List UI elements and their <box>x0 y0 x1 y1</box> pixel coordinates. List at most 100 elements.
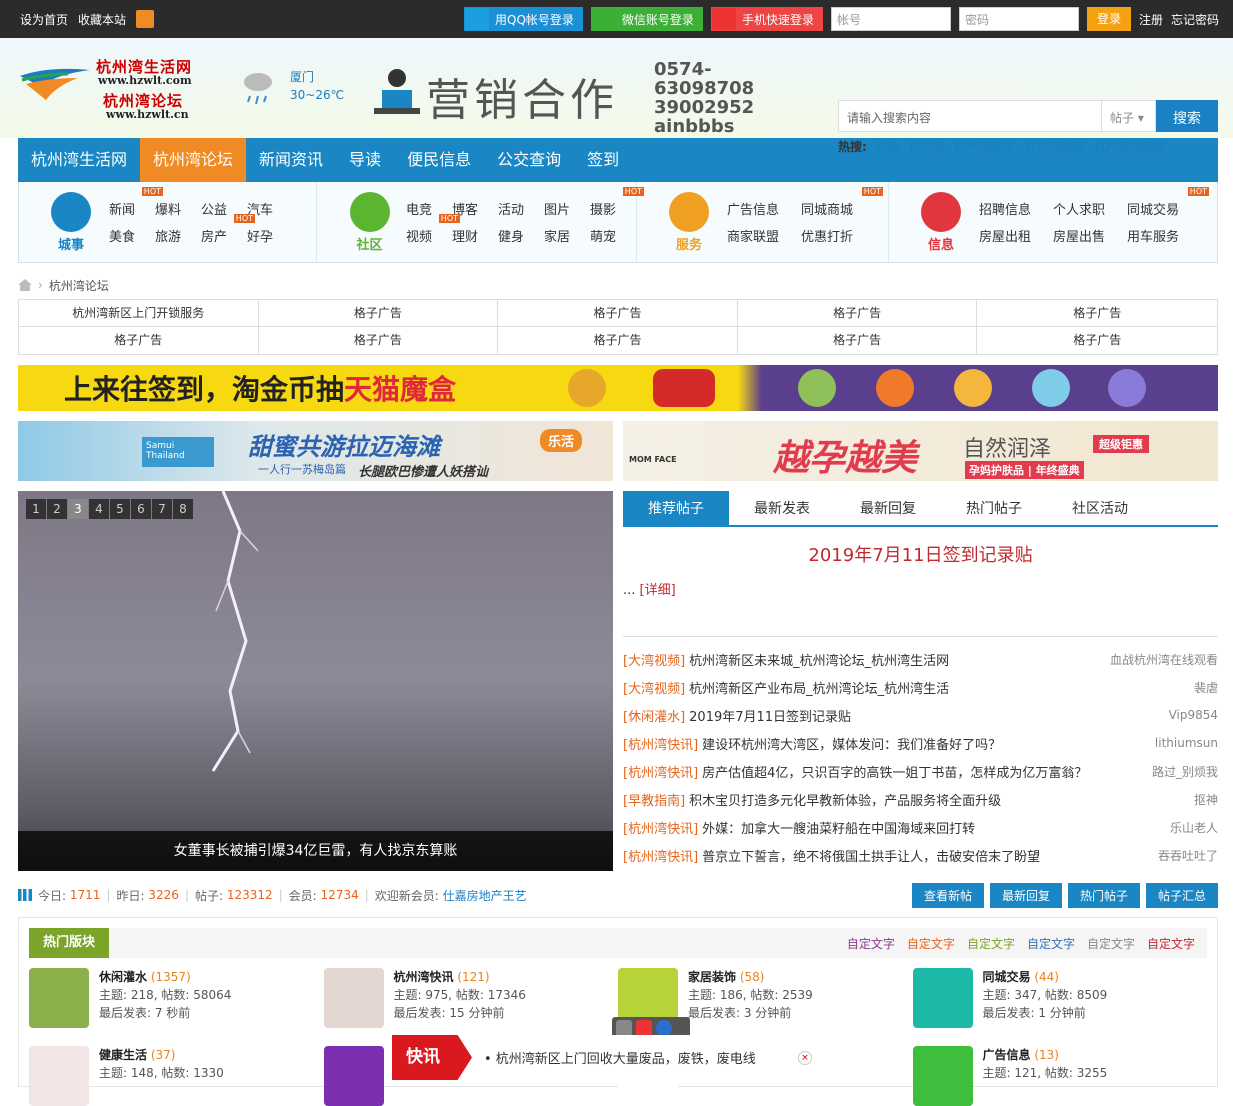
subnav-link[interactable]: 美食 <box>109 226 155 245</box>
subnav-link[interactable]: 广告信息 <box>727 199 801 218</box>
forgot-password-link[interactable]: 忘记密码 <box>1171 11 1219 28</box>
search-input[interactable]: 请输入搜索内容 <box>838 100 1102 132</box>
close-icon[interactable]: × <box>798 1050 812 1065</box>
thread-row[interactable]: [大湾视频] 杭州湾新区产业布局_杭州湾论坛_杭州湾生活 裴虐 <box>623 673 1218 701</box>
wechat-login-button[interactable]: 微信账号登录 <box>590 7 703 31</box>
grid-icon[interactable] <box>616 1020 632 1036</box>
subnav-link[interactable]: 活动 <box>498 199 544 218</box>
grid-ad[interactable]: 格子广告 <box>498 327 738 354</box>
thread-row[interactable]: [休闲灌水] 2019年7月11日签到记录贴 Vip9854 <box>623 701 1218 729</box>
slider-page[interactable]: 3 <box>68 499 88 519</box>
forum-name[interactable]: 同城交易 <box>983 970 1031 984</box>
grid-ad[interactable]: 格子广告 <box>259 327 499 354</box>
nav-signin[interactable]: 签到 <box>574 138 632 182</box>
forum-thumbnail[interactable] <box>29 1046 89 1106</box>
phone-login-button[interactable]: 手机快速登录 <box>710 7 823 31</box>
forum-name[interactable]: 休闲灌水 <box>99 970 147 984</box>
latest-replies-button[interactable]: 最新回复 <box>989 882 1062 908</box>
forum-item[interactable]: 健康生活 (37) 主题: 148, 帖数: 1330 <box>29 1046 324 1106</box>
slider-page[interactable]: 5 <box>110 499 130 519</box>
subnav-link[interactable]: 个人求职 <box>1053 199 1127 218</box>
nav-bus[interactable]: 公交查询 <box>484 138 574 182</box>
hot-search-link[interactable]: 杭州湾世纪城 <box>1094 140 1166 154</box>
forum-item[interactable]: 休闲灌水 (1357) 主题: 218, 帖数: 58064 最后发表: 7 秒前 <box>29 968 324 1028</box>
app-icon[interactable] <box>136 10 155 28</box>
subnav-link[interactable]: HOT 视频 <box>406 214 460 245</box>
forum-item[interactable]: 同城交易 (44) 主题: 347, 帖数: 8509 最后发表: 1 分钟前 <box>912 968 1208 1028</box>
grid-ad[interactable]: 格子广告 <box>738 327 978 354</box>
thread-row[interactable]: [早教指南] 积木宝贝打造多元化早教新体验，产品服务将全面升级 抠神 <box>623 785 1218 813</box>
new-member-link[interactable]: 仕嘉房地产王艺 <box>443 887 527 904</box>
slider-page[interactable]: 2 <box>47 499 67 519</box>
slider-page[interactable]: 6 <box>131 499 151 519</box>
tab-latest-posts[interactable]: 最新发表 <box>729 491 835 525</box>
forum-item[interactable]: 广告信息 (13) 主题: 121, 帖数: 3255 <box>912 1046 1208 1106</box>
forum-name[interactable]: 家居装饰 <box>688 970 736 984</box>
subnav-link[interactable]: 萌宠 <box>590 226 636 245</box>
thread-row[interactable]: [杭州湾快讯] 房产估值超4亿，只识百字的高铁一姐丁书苗，怎样成为亿万富翁？ 路过_… <box>623 757 1218 785</box>
subnav-link[interactable]: 用车服务 <box>1127 226 1201 245</box>
search-button[interactable]: 搜索 <box>1156 100 1218 132</box>
nav-news[interactable]: 新闻资讯 <box>246 138 336 182</box>
subnav-link[interactable]: 优惠打折 <box>801 226 875 245</box>
nav-home[interactable]: 杭州湾生活网 <box>18 138 140 182</box>
forum-name[interactable]: 杭州湾快讯 <box>394 970 454 984</box>
subnav-link[interactable]: HOT 同城商城 <box>801 187 883 218</box>
hot-search-link[interactable]: 杭州湾 <box>908 140 944 154</box>
forum-thumbnail[interactable] <box>912 968 973 1028</box>
grid-ad[interactable]: 格子广告 <box>19 327 259 354</box>
subnav-link[interactable]: 理财 <box>452 226 498 245</box>
subnav-link[interactable]: 招聘信息 <box>979 199 1053 218</box>
account-input[interactable]: 帐号 <box>830 7 951 31</box>
grid-ad[interactable]: 格子广告 <box>977 327 1217 354</box>
password-input[interactable]: 密码 <box>958 7 1079 31</box>
tab-hot-posts[interactable]: 热门帖子 <box>941 491 1047 525</box>
marketing-ad[interactable]: 营销合作 0574-63098708 39002952 ainbbbs <box>370 58 800 138</box>
thread-row[interactable]: [大湾视频] 杭州湾新区未来城_杭州湾论坛_杭州湾生活网 血战杭州湾在线观看 <box>623 645 1218 673</box>
breadcrumb-current[interactable]: 杭州湾论坛 <box>49 277 109 294</box>
forum-item[interactable]: 杭州湾快讯 (121) 主题: 975, 帖数: 17346 最后发表: 15 分钟… <box>323 968 619 1028</box>
forum-thumbnail[interactable] <box>323 1046 384 1106</box>
forum-thumbnail[interactable] <box>29 968 89 1028</box>
hot-posts-button[interactable]: 热门帖子 <box>1067 882 1140 908</box>
slider-page[interactable]: 7 <box>152 499 172 519</box>
sogou-icon[interactable] <box>636 1020 652 1036</box>
custom-text-link[interactable]: 自定文字 <box>1027 935 1075 952</box>
subnav-link[interactable]: 房屋出售 <box>1053 226 1127 245</box>
thread-row[interactable]: [杭州湾快讯] 普京立下誓言，绝不将俄国土拱手让人，击破安倍末了盼望 吞吞吐吐了 <box>623 841 1218 869</box>
slider-page[interactable]: 8 <box>173 499 193 519</box>
forum-name[interactable]: 健康生活 <box>99 1048 147 1062</box>
register-link[interactable]: 注册 <box>1139 11 1163 28</box>
custom-text-link[interactable]: 自定文字 <box>847 935 895 952</box>
posts-summary-button[interactable]: 帖子汇总 <box>1145 882 1218 908</box>
subnav-link[interactable]: 好孕 <box>247 226 293 245</box>
news-flash-text[interactable]: • 杭州湾新区上门回收大量废品，废铁，废电线 <box>484 1048 798 1067</box>
featured-title[interactable]: 2019年7月11日签到记录贴 <box>623 541 1218 567</box>
image-slider[interactable]: 1 2 3 4 5 6 7 8 女董事长被捕引爆34亿巨雷，有人找京东算账 <box>18 491 613 871</box>
thread-row[interactable]: [杭州湾快讯] 外媒：加拿大一艘油菜籽船在中国海域来回打转 乐山老人 <box>623 813 1218 841</box>
login-button[interactable]: 登录 <box>1086 7 1131 31</box>
subnav-link[interactable]: HOT 房产 <box>201 214 255 245</box>
forum-thumbnail[interactable] <box>912 1046 973 1106</box>
signin-banner[interactable]: 上来往签到，淘金币抽天猫魔盒 <box>18 365 1218 411</box>
tab-community-events[interactable]: 社区活动 <box>1047 491 1153 525</box>
subnav-link[interactable]: 家居 <box>544 226 590 245</box>
slider-page[interactable]: 1 <box>26 499 46 519</box>
view-new-posts-button[interactable]: 查看新帖 <box>911 882 984 908</box>
forum-name[interactable]: 广告信息 <box>983 1048 1031 1062</box>
grid-ad[interactable]: 格子广告 <box>977 300 1217 327</box>
forum-thumbnail[interactable] <box>323 968 384 1028</box>
thread-row[interactable]: [杭州湾快讯] 建设环杭州湾大湾区，媒体发问：我们准备好了吗？ lithiumsun <box>623 729 1218 757</box>
grid-ad[interactable]: 杭州湾新区上门开锁服务 <box>19 300 259 327</box>
subnav-link[interactable]: 商家联盟 <box>727 226 801 245</box>
subnav-link[interactable]: HOT 摄影 <box>590 187 644 218</box>
grid-ad[interactable]: 格子广告 <box>258 300 499 327</box>
bookmark-link[interactable]: 收藏本站 <box>78 11 126 28</box>
search-type-select[interactable]: 帖子 ▾ <box>1102 100 1156 132</box>
subnav-link[interactable]: HOT 同城交易 <box>1127 187 1209 218</box>
slider-caption[interactable]: 女董事长被捕引爆34亿巨雷，有人找京东算账 <box>18 831 613 871</box>
home-icon[interactable] <box>18 279 32 291</box>
hot-search-link[interactable]: 杭州湾新区 <box>954 140 1014 154</box>
slider-page[interactable]: 4 <box>89 499 109 519</box>
qq-login-button[interactable]: 用QQ帐号登录 <box>464 7 583 31</box>
